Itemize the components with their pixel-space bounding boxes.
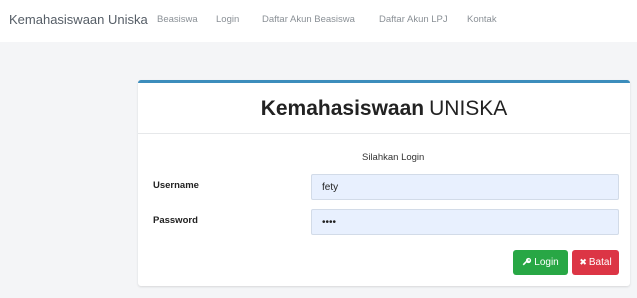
nav-link-daftar-akun-lpj[interactable]: Daftar Akun LPJ	[379, 14, 448, 25]
username-input[interactable]	[311, 174, 619, 200]
title-light: UNISKA	[429, 97, 508, 120]
password-label: Password	[153, 215, 198, 226]
login-card-title: Kemahasiswaan UNISKA	[138, 97, 630, 121]
login-subtitle: Silahkan Login	[362, 152, 425, 163]
nav-link-login[interactable]: Login	[216, 14, 239, 25]
top-navbar: Kemahasiswaan Uniska Beasiswa Login Daft…	[0, 0, 637, 42]
cancel-button[interactable]: ✖ Batal	[572, 250, 619, 275]
username-label: Username	[153, 180, 199, 191]
navbar-brand[interactable]: Kemahasiswaan Uniska	[9, 12, 148, 27]
login-button-label: Login	[534, 257, 559, 268]
login-card-header: Kemahasiswaan UNISKA	[138, 83, 630, 134]
nav-link-beasiswa[interactable]: Beasiswa	[157, 14, 198, 25]
key-icon	[522, 257, 532, 269]
nav-link-kontak[interactable]: Kontak	[467, 14, 497, 25]
cancel-button-label: Batal	[588, 257, 612, 268]
password-input[interactable]	[311, 209, 619, 235]
times-icon: ✖	[579, 257, 587, 267]
login-button[interactable]: Login	[513, 250, 568, 275]
title-bold: Kemahasiswaan	[260, 97, 425, 120]
nav-link-daftar-akun-beasiswa[interactable]: Daftar Akun Beasiswa	[262, 14, 355, 25]
login-card: Kemahasiswaan UNISKA Silahkan Login Usern…	[138, 80, 630, 286]
